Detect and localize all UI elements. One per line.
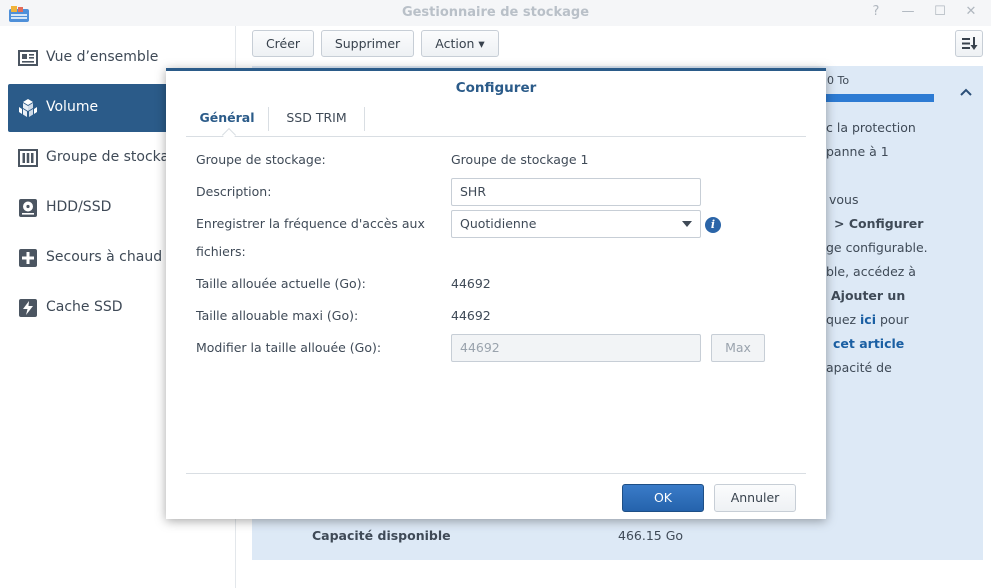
- ok-button[interactable]: OK: [622, 484, 704, 512]
- access-frequency-label: Enregistrer la fréquence d'accès aux: [196, 216, 425, 231]
- action-dropdown-button[interactable]: Action ▾: [421, 30, 499, 57]
- max-button[interactable]: Max: [711, 334, 765, 362]
- info-text: apacité de: [826, 360, 892, 375]
- ssd-cache-bolt-icon: [19, 299, 37, 317]
- dialog-title: Configurer: [455, 80, 537, 96]
- max-size-label: Taille allouable maxi (Go):: [196, 308, 359, 323]
- hdd-icon: [19, 199, 37, 217]
- window-titlebar: Gestionnaire de stockage ? — ☐ ✕: [0, 0, 991, 26]
- description-input[interactable]: SHR: [451, 178, 701, 206]
- modify-size-input[interactable]: 44692: [451, 334, 701, 362]
- sidebar-item-label: HDD/SSD: [46, 199, 112, 215]
- sidebar-item-label: Volume: [46, 99, 99, 115]
- sort-button[interactable]: [955, 30, 983, 57]
- info-text: ge configurable.: [826, 240, 928, 255]
- tab-general[interactable]: Général: [186, 107, 269, 131]
- collapse-chevron-up-icon[interactable]: [958, 84, 974, 100]
- access-frequency-label-cont: fichiers:: [196, 244, 246, 259]
- configure-dialog: Configurer Général SSD TRIM Groupe de st…: [166, 68, 826, 519]
- tab-ssd-trim[interactable]: SSD TRIM: [269, 107, 365, 131]
- info-text: > Configurer: [834, 216, 924, 231]
- sort-icon: [962, 37, 978, 50]
- sidebar-item-label: Secours à chaud: [46, 249, 163, 265]
- modify-size-label: Modifier la taille allouée (Go):: [196, 340, 382, 355]
- storage-group-label: Groupe de stockage:: [196, 152, 326, 167]
- chevron-down-icon: [682, 221, 692, 227]
- access-frequency-select[interactable]: Quotidienne: [451, 210, 701, 238]
- maximize-icon[interactable]: ☐: [931, 3, 949, 21]
- sidebar-item-label: Cache SSD: [46, 299, 123, 315]
- minimize-icon[interactable]: —: [899, 3, 917, 21]
- current-size-value: 44692: [451, 276, 491, 291]
- dialog-tabs: Général SSD TRIM: [186, 103, 806, 143]
- storage-group-value: Groupe de stockage 1: [451, 152, 589, 167]
- current-size-label: Taille allouée actuelle (Go):: [196, 276, 366, 291]
- sidebar-item-label: Vue d’ensemble: [46, 49, 159, 65]
- info-text: quez: [826, 312, 857, 327]
- info-text: panne à 1: [826, 144, 889, 159]
- overview-icon: [18, 50, 38, 66]
- max-size-value: 44692: [451, 308, 491, 323]
- dialog-footer-divider: [186, 473, 806, 474]
- delete-button[interactable]: Supprimer: [321, 30, 414, 57]
- window-title: Gestionnaire de stockage: [401, 5, 590, 20]
- article-link[interactable]: cet article: [833, 336, 904, 351]
- close-icon[interactable]: ✕: [962, 3, 980, 21]
- volume-cubes-icon: [19, 99, 37, 117]
- info-text: Ajouter un: [831, 288, 906, 303]
- access-frequency-selected-value: Quotidienne: [460, 216, 537, 231]
- info-text: vous: [829, 192, 859, 207]
- description-label: Description:: [196, 184, 272, 199]
- capacity-usage-bar: [826, 94, 934, 102]
- hot-spare-plus-icon: [19, 249, 37, 267]
- storage-pool-icon: [18, 149, 38, 167]
- create-button[interactable]: Créer: [252, 30, 314, 57]
- info-text: pour: [880, 312, 909, 327]
- here-link[interactable]: ici: [860, 312, 876, 327]
- info-text: ble, accédez à: [826, 264, 916, 279]
- help-icon[interactable]: ?: [867, 3, 885, 21]
- available-capacity-label: Capacité disponible: [312, 528, 451, 543]
- cancel-button[interactable]: Annuler: [714, 484, 796, 512]
- available-capacity-value: 466.15 Go: [618, 528, 684, 543]
- info-icon[interactable]: i: [705, 217, 721, 233]
- capacity-partial-text: 0 To: [827, 74, 850, 87]
- info-text: c la protection: [826, 120, 916, 135]
